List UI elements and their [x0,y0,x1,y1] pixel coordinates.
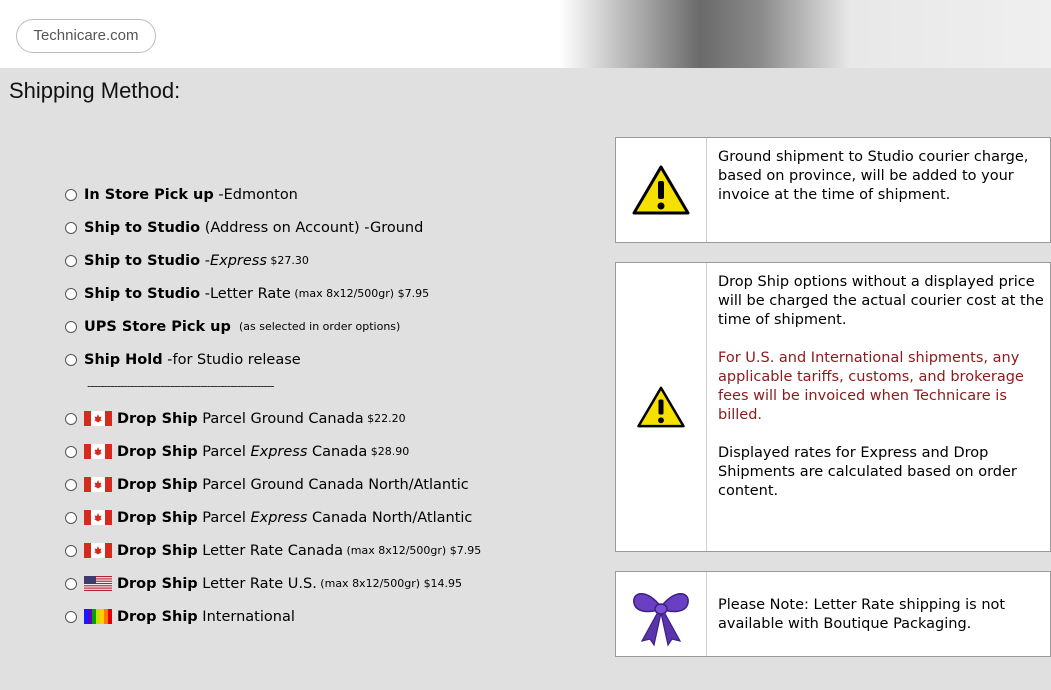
option-detail: Parcel Ground Canada North/Atlantic [197,476,469,493]
option-name: Drop Ship [117,476,198,493]
notice-ground-text: Ground shipment to Studio courier charge… [718,149,1029,203]
shipping-option-8[interactable]: Drop Ship Parcel Express Canada $28.90 [65,435,585,468]
option-detail-2: Canada [307,443,368,460]
option-price: (max 8x12/500gr) $7.95 [290,287,430,300]
option-price: (max 8x12/500gr) $14.95 [316,577,463,590]
option-name: Drop Ship [117,608,198,625]
option-price: (max 8x12/500gr) $7.95 [342,544,482,557]
option-name: Drop Ship [117,443,198,460]
notice-letter-text: Please Note: Letter Rate shipping is not… [718,597,1006,632]
option-name: Ship Hold [84,351,163,368]
shipping-option-9[interactable]: Drop Ship Parcel Ground Canada North/Atl… [65,468,585,501]
notice-letter-rate: Please Note: Letter Rate shipping is not… [615,571,1051,657]
shipping-option-4[interactable]: UPS Store Pick up (as selected in order … [65,310,585,343]
radio-button[interactable] [65,412,77,425]
header-banner [0,0,1051,68]
shipping-option-11[interactable]: Drop Ship Letter Rate Canada (max 8x12/5… [65,534,585,567]
radio-button[interactable] [65,577,77,590]
option-name: UPS Store Pick up [84,318,231,335]
canada-flag-icon [84,543,112,558]
shipping-option-5[interactable]: Ship Hold -for Studio release [65,343,585,376]
canada-flag-icon [84,477,112,492]
option-name: Drop Ship [117,542,198,559]
canada-flag-icon [84,444,112,459]
option-italic: Express [209,252,267,269]
shipping-option-3[interactable]: Ship to Studio -Letter Rate (max 8x12/50… [65,277,585,310]
option-price: $22.20 [363,412,406,425]
radio-button[interactable] [65,445,77,458]
shipping-option-12[interactable]: Drop Ship Letter Rate U.S. (max 8x12/500… [65,567,585,600]
shipping-option-1[interactable]: Ship to Studio (Address on Account) -Gro… [65,211,585,244]
shipping-option-10[interactable]: Drop Ship Parcel Express Canada North/At… [65,501,585,534]
shipping-option-7[interactable]: Drop Ship Parcel Ground Canada $22.20 [65,402,585,435]
page-title: Shipping Method: [9,78,181,103]
option-detail: Parcel [197,509,251,526]
rainbow-flag-icon [84,609,112,624]
radio-button[interactable] [65,221,77,234]
shipping-option-13[interactable]: Drop Ship International [65,600,585,633]
option-italic: Express [250,509,308,526]
option-name: Drop Ship [117,509,198,526]
radio-button[interactable] [65,188,77,201]
option-name: Ship to Studio [84,219,201,236]
notice-drop-text-1: Drop Ship options without a displayed pr… [718,274,1044,328]
site-logo[interactable]: Technicare.com [16,19,156,53]
option-name: Drop Ship [117,410,198,427]
shipping-option-2[interactable]: Ship to Studio - Express $27.30 [65,244,585,277]
radio-button[interactable] [65,353,77,366]
canada-flag-icon [84,411,112,426]
option-price: (as selected in order options) [235,320,401,333]
radio-button[interactable] [65,610,77,623]
option-name: In Store Pick up [84,186,214,203]
option-detail: Letter Rate U.S. [197,575,317,592]
option-name: Ship to Studio [84,285,201,302]
radio-button[interactable] [65,254,77,267]
canada-flag-icon [84,510,112,525]
option-detail-2: Canada North/Atlantic [307,509,473,526]
option-detail: International [197,608,295,625]
option-price: $27.30 [266,254,309,267]
usa-flag-icon [84,576,112,591]
option-name: Drop Ship [117,575,198,592]
option-detail: -Edmonton [213,186,298,203]
shipping-option-0[interactable]: In Store Pick up -Edmonton [65,178,585,211]
notice-drop-ship: Drop Ship options without a displayed pr… [615,262,1051,552]
shipping-options-list: In Store Pick up -Edmonton Ship to Studio… [65,178,585,633]
notice-drop-text-3: Displayed rates for Express and Drop Shi… [718,445,1017,499]
option-detail: -for Studio release [162,351,301,368]
warning-icon [616,138,707,242]
notice-drop-text-2: For U.S. and International shipments, an… [718,350,1024,423]
radio-button[interactable] [65,478,77,491]
radio-button[interactable] [65,320,77,333]
option-name: Ship to Studio [84,252,201,269]
option-detail: (Address on Account) -Ground [200,219,424,236]
radio-button[interactable] [65,544,77,557]
option-italic: Express [250,443,308,460]
options-separator: ----------------------------------------… [87,379,274,393]
warning-icon [616,263,707,551]
notice-ground-shipment: Ground shipment to Studio courier charge… [615,137,1051,243]
option-detail: -Letter Rate [200,285,291,302]
radio-button[interactable] [65,287,77,300]
option-detail: Letter Rate Canada [197,542,343,559]
option-detail: Parcel [197,443,251,460]
bow-icon [616,572,707,656]
option-detail: Parcel Ground Canada [197,410,364,427]
option-price: $28.90 [367,445,410,458]
radio-button[interactable] [65,511,77,524]
option-detail: - [200,252,210,269]
